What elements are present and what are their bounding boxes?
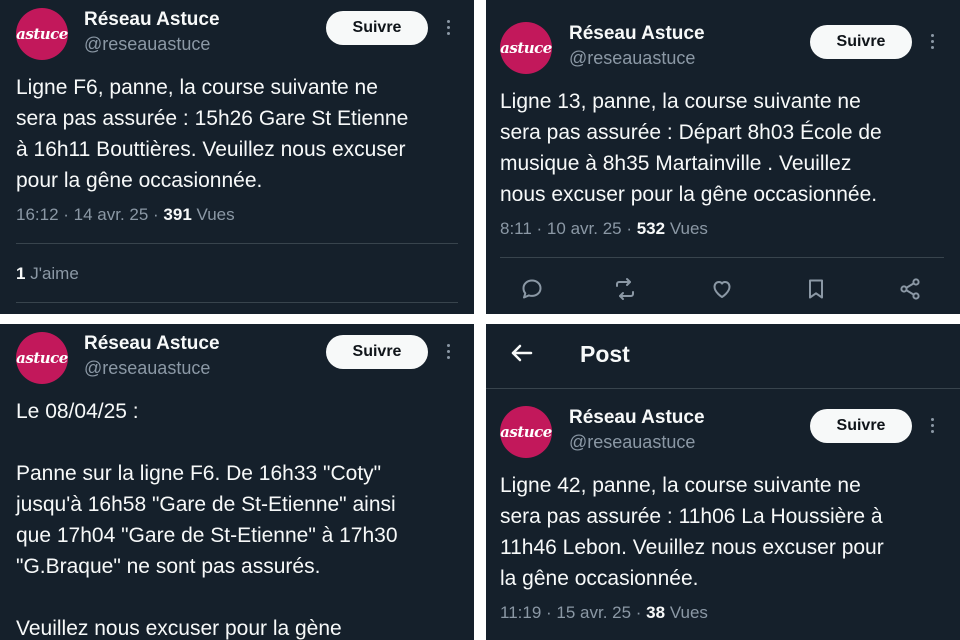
author-handle[interactable]: @reseauastuce xyxy=(84,34,210,55)
avatar-logo-text: astuce xyxy=(16,349,68,367)
retweet-icon[interactable] xyxy=(611,275,639,303)
page-title: Post xyxy=(580,341,630,367)
views-count: 38 xyxy=(646,603,666,622)
more-options-icon[interactable] xyxy=(929,34,935,49)
tweet-time[interactable]: 16:12 · 14 avr. 25 · xyxy=(16,205,163,224)
author-handle[interactable]: @reseauastuce xyxy=(569,48,695,69)
more-options-icon[interactable] xyxy=(445,344,451,359)
avatar[interactable]: astuce xyxy=(500,406,552,458)
tweet-time[interactable]: 8:11 · 10 avr. 25 · xyxy=(500,219,637,238)
views-label: Vues xyxy=(665,603,708,622)
views-count: 532 xyxy=(636,219,666,238)
divider xyxy=(500,257,944,258)
reply-icon[interactable] xyxy=(518,275,546,303)
more-options-icon[interactable] xyxy=(929,418,935,433)
author-name[interactable]: Réseau Astuce xyxy=(84,9,220,31)
follow-button[interactable]: Suivre xyxy=(326,11,428,45)
tweet-text: Le 08/04/25 : Panne sur la ligne F6. De … xyxy=(16,400,398,640)
divider xyxy=(486,388,960,389)
tweet-meta: 11:19 · 15 avr. 25 · 38 Vues xyxy=(500,603,708,623)
tweet-meta: 8:11 · 10 avr. 25 · 532 Vues xyxy=(500,219,708,239)
more-options-icon[interactable] xyxy=(445,20,451,35)
tweet-panel-4: Post astuce Réseau Astuce @reseauastuce … xyxy=(486,324,960,640)
author-handle[interactable]: @reseauastuce xyxy=(84,358,210,379)
divider xyxy=(16,243,458,244)
author-name[interactable]: Réseau Astuce xyxy=(569,23,705,45)
avatar[interactable]: astuce xyxy=(16,332,68,384)
share-icon[interactable] xyxy=(896,275,924,303)
tweet-text: Ligne 42, panne, la course suivante ne s… xyxy=(500,474,884,590)
follow-button[interactable]: Suivre xyxy=(810,25,912,59)
tweet-panel-3: astuce Réseau Astuce @reseauastuce Suivr… xyxy=(0,324,474,640)
views-label: Vues xyxy=(191,205,235,224)
back-arrow-icon[interactable] xyxy=(508,339,536,367)
tweet-time[interactable]: 11:19 · 15 avr. 25 · xyxy=(500,603,646,622)
likes-stat[interactable]: 1 J'aime xyxy=(16,264,79,284)
divider xyxy=(16,302,458,303)
author-handle[interactable]: @reseauastuce xyxy=(569,432,695,453)
tweet-panel-2: astuce Réseau Astuce @reseauastuce Suivr… xyxy=(486,0,960,314)
avatar[interactable]: astuce xyxy=(500,22,552,74)
avatar-logo-text: astuce xyxy=(500,39,552,57)
views-label: Vues xyxy=(665,219,708,238)
author-name[interactable]: Réseau Astuce xyxy=(569,407,705,429)
follow-button[interactable]: Suivre xyxy=(326,335,428,369)
views-count: 391 xyxy=(163,205,192,224)
author-name[interactable]: Réseau Astuce xyxy=(84,333,220,355)
tweet-text: Ligne F6, panne, la course suivante ne s… xyxy=(16,76,409,192)
tweet-panel-1: astuce Réseau Astuce @reseauastuce Suivr… xyxy=(0,0,474,314)
likes-label: J'aime xyxy=(25,264,79,283)
tweet-meta: 16:12 · 14 avr. 25 · 391 Vues xyxy=(16,205,235,225)
avatar[interactable]: astuce xyxy=(16,8,68,60)
follow-button[interactable]: Suivre xyxy=(810,409,912,443)
tweet-text: Ligne 13, panne, la course suivante ne s… xyxy=(500,90,882,206)
avatar-logo-text: astuce xyxy=(500,423,552,441)
avatar-logo-text: astuce xyxy=(16,25,68,43)
like-icon[interactable] xyxy=(708,275,736,303)
bookmark-icon[interactable] xyxy=(802,275,830,303)
